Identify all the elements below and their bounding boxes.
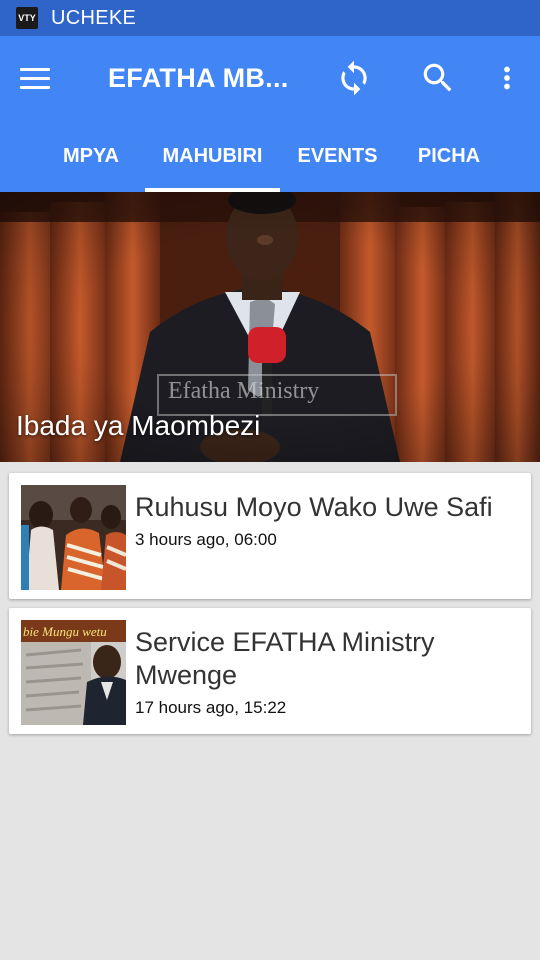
list-item-thumbnail: bie Mungu wetu — [21, 620, 126, 725]
app-title: EFATHA MB... — [108, 63, 289, 93]
menu-icon[interactable] — [20, 62, 52, 94]
tab-picha[interactable]: PICHA — [395, 120, 503, 192]
list-item-title: Ruhusu Moyo Wako Uwe Safi — [135, 492, 493, 522]
list-item-timestamp: 17 hours ago, 15:22 — [135, 698, 287, 717]
list-item-title: Service EFATHA Ministry Mwenge — [135, 627, 435, 690]
toolbar: EFATHA MB... — [0, 36, 540, 120]
more-vert-icon[interactable] — [485, 56, 529, 100]
watermark-text: Efatha Ministry — [168, 378, 320, 404]
tab-mpya[interactable]: MPYA — [30, 120, 152, 192]
app-notification-icon: VTY — [16, 7, 38, 29]
list-item-thumbnail — [21, 485, 126, 590]
tab-bar: MPYA MAHUBIRI EVENTS PICHA — [0, 120, 540, 192]
thumbnail-caption: bie Mungu wetu — [23, 624, 107, 639]
app-bar: EFATHA MB... MPYA MAHUBIRI EVENTS PICHA — [0, 36, 540, 192]
list-item[interactable]: Ruhusu Moyo Wako Uwe Safi 3 hours ago, 0… — [9, 473, 531, 599]
tab-mahubiri[interactable]: MAHUBIRI — [145, 120, 280, 192]
post-list: Ruhusu Moyo Wako Uwe Safi 3 hours ago, 0… — [0, 462, 540, 734]
tab-events[interactable]: EVENTS — [280, 120, 395, 192]
featured-post[interactable]: Efatha Ministry Ibada ya Maombezi — [0, 192, 540, 462]
featured-title: Ibada ya Maombezi — [16, 410, 261, 441]
status-bar: VTY UCHEKE — [0, 0, 540, 36]
status-bar-title: UCHEKE — [51, 6, 137, 29]
refresh-icon[interactable] — [332, 56, 376, 100]
list-item[interactable]: bie Mungu wetu Service EFATHA Ministry M… — [9, 608, 531, 734]
search-icon[interactable] — [416, 56, 460, 100]
list-item-timestamp: 3 hours ago, 06:00 — [135, 530, 277, 549]
